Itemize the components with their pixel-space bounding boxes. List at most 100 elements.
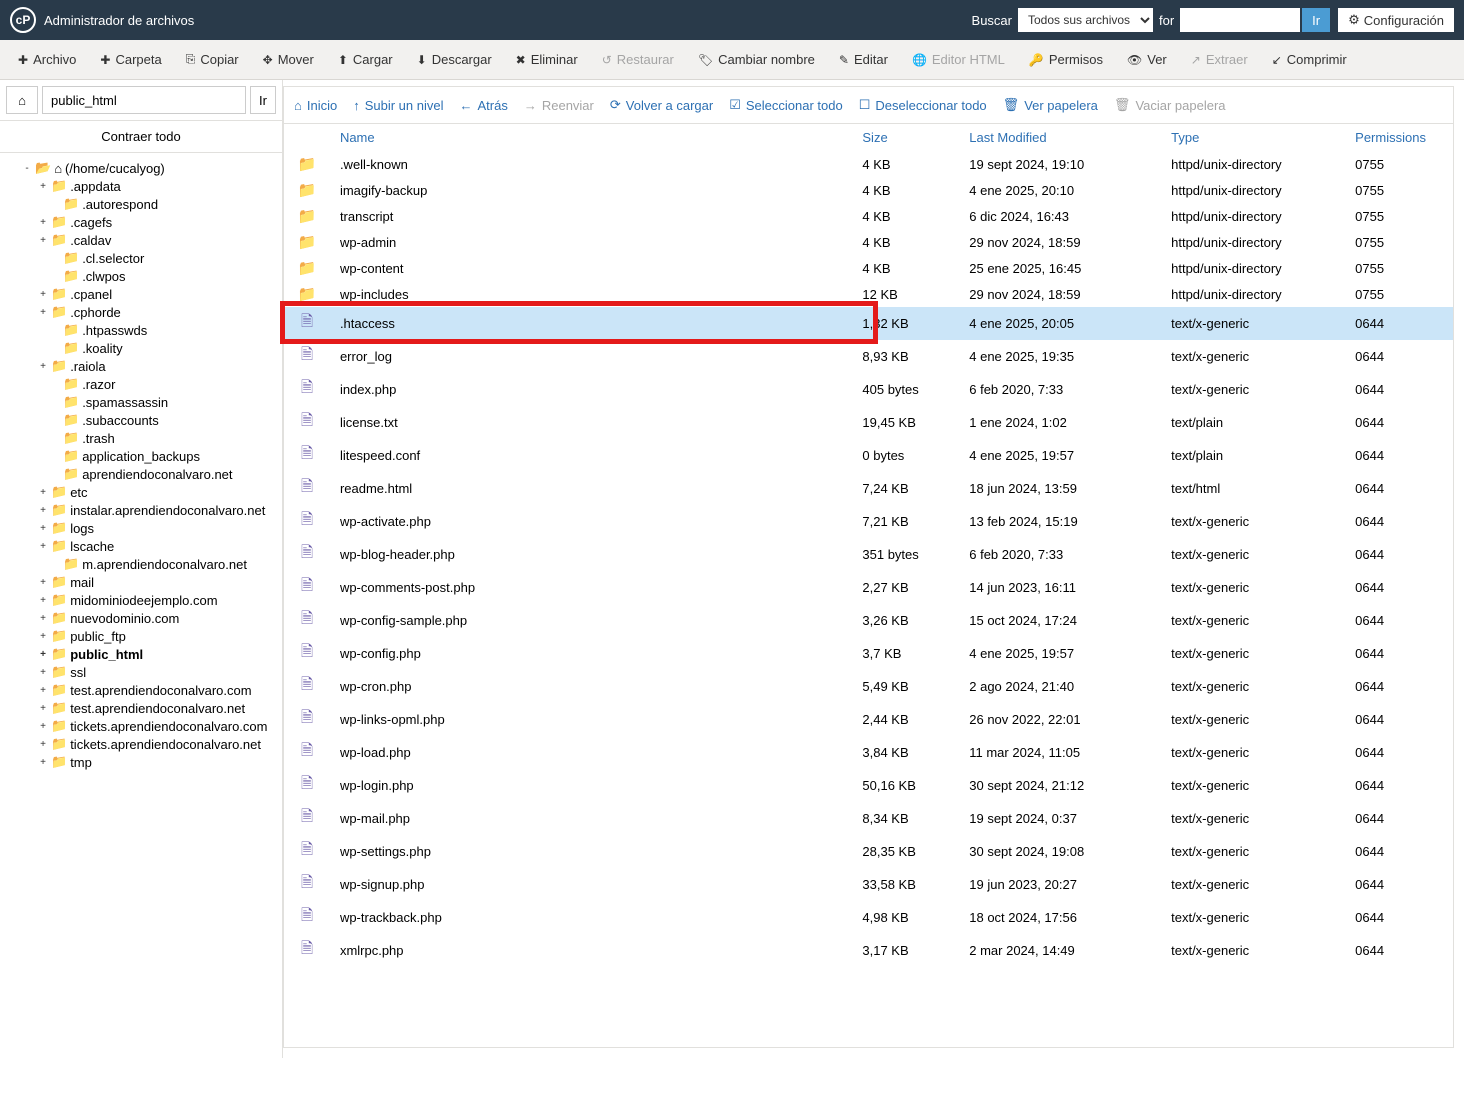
tree-item[interactable]: +📁instalar.aprendiendoconalvaro.net [4, 501, 278, 519]
tree-item[interactable]: 📁.subaccounts [4, 411, 278, 429]
file-button[interactable]: ✚Archivo [8, 46, 86, 73]
table-row[interactable]: 🗎 wp-settings.php 28,35 KB 30 sept 2024,… [284, 835, 1453, 868]
expand-icon[interactable]: + [38, 181, 48, 192]
tree-item[interactable]: +📁public_ftp [4, 627, 278, 645]
expand-icon[interactable]: + [38, 541, 48, 552]
expand-icon[interactable]: + [38, 631, 48, 642]
table-row[interactable]: 📁 .well-known 4 KB 19 sept 2024, 19:10 h… [284, 151, 1453, 177]
table-row[interactable]: 🗎 index.php 405 bytes 6 feb 2020, 7:33 t… [284, 373, 1453, 406]
folder-button[interactable]: ✚Carpeta [90, 46, 171, 73]
tree-item[interactable]: +📁tickets.aprendiendoconalvaro.net [4, 735, 278, 753]
expand-icon[interactable]: + [38, 649, 48, 660]
tree-item[interactable]: +📁tmp [4, 753, 278, 771]
table-row[interactable]: 🗎 wp-load.php 3,84 KB 11 mar 2024, 11:05… [284, 736, 1453, 769]
table-row[interactable]: 🗎 wp-mail.php 8,34 KB 19 sept 2024, 0:37… [284, 802, 1453, 835]
table-row[interactable]: 📁 transcript 4 KB 6 dic 2024, 16:43 http… [284, 203, 1453, 229]
expand-icon[interactable]: - [22, 163, 32, 174]
tree-item[interactable]: 📁m.aprendiendoconalvaro.net [4, 555, 278, 573]
col-name[interactable]: Name [330, 124, 852, 151]
tree-item[interactable]: 📁aprendiendoconalvaro.net [4, 465, 278, 483]
expand-icon[interactable]: + [38, 613, 48, 624]
search-scope-select[interactable]: Todos sus archivos [1018, 8, 1153, 32]
tree-item[interactable]: +📁.caldav [4, 231, 278, 249]
tree-item[interactable]: 📁.clwpos [4, 267, 278, 285]
view-button[interactable]: 👁Ver [1117, 46, 1177, 73]
expand-icon[interactable]: + [38, 739, 48, 750]
compress-button[interactable]: ↙Comprimir [1262, 46, 1357, 73]
tree-item[interactable]: -📂 ⌂(/home/cucalyog) [4, 159, 278, 177]
tree-item[interactable]: 📁.cl.selector [4, 249, 278, 267]
table-row[interactable]: 🗎 litespeed.conf 0 bytes 4 ene 2025, 19:… [284, 439, 1453, 472]
settings-button[interactable]: ⚙ Configuración [1338, 8, 1454, 32]
expand-icon[interactable]: + [38, 289, 48, 300]
collapse-all-button[interactable]: Contraer todo [0, 120, 282, 153]
col-size[interactable]: Size [852, 124, 959, 151]
tree-item[interactable]: +📁logs [4, 519, 278, 537]
tree-item[interactable]: +📁.cpanel [4, 285, 278, 303]
expand-icon[interactable]: + [38, 577, 48, 588]
table-row[interactable]: 🗎 readme.html 7,24 KB 18 jun 2024, 13:59… [284, 472, 1453, 505]
col-modified[interactable]: Last Modified [959, 124, 1161, 151]
table-row[interactable]: 🗎 xmlrpc.php 3,17 KB 2 mar 2024, 14:49 t… [284, 934, 1453, 967]
table-row[interactable]: 🗎 wp-activate.php 7,21 KB 13 feb 2024, 1… [284, 505, 1453, 538]
table-row[interactable]: 🗎 wp-trackback.php 4,98 KB 18 oct 2024, … [284, 901, 1453, 934]
tree-item[interactable]: +📁.cagefs [4, 213, 278, 231]
expand-icon[interactable]: + [38, 505, 48, 516]
delete-button[interactable]: ✖Eliminar [506, 46, 588, 73]
trash-button[interactable]: 🗑Ver papelera [1001, 93, 1100, 117]
table-row[interactable]: 🗎 error_log 8,93 KB 4 ene 2025, 19:35 te… [284, 340, 1453, 373]
table-row[interactable]: 📁 wp-admin 4 KB 29 nov 2024, 18:59 httpd… [284, 229, 1453, 255]
tree-item[interactable]: 📁.trash [4, 429, 278, 447]
edit-button[interactable]: ✎Editar [829, 46, 898, 73]
table-row[interactable]: 📁 wp-content 4 KB 25 ene 2025, 16:45 htt… [284, 255, 1453, 281]
expand-icon[interactable]: + [38, 757, 48, 768]
search-input[interactable] [1180, 8, 1300, 32]
expand-icon[interactable]: + [38, 217, 48, 228]
tree-item[interactable]: 📁.autorespond [4, 195, 278, 213]
expand-icon[interactable]: + [38, 361, 48, 372]
home-button[interactable]: ⌂ [6, 86, 38, 114]
path-input[interactable] [42, 86, 246, 114]
expand-icon[interactable]: + [38, 523, 48, 534]
table-row[interactable]: 🗎 wp-comments-post.php 2,27 KB 14 jun 20… [284, 571, 1453, 604]
tree-item[interactable]: +📁.raiola [4, 357, 278, 375]
table-row[interactable]: 📁 wp-includes 12 KB 29 nov 2024, 18:59 h… [284, 281, 1453, 307]
tree-item[interactable]: +📁ssl [4, 663, 278, 681]
expand-icon[interactable]: + [38, 685, 48, 696]
col-permissions[interactable]: Permissions [1345, 124, 1453, 151]
table-row[interactable]: 🗎 wp-cron.php 5,49 KB 2 ago 2024, 21:40 … [284, 670, 1453, 703]
copy-button[interactable]: ⎘Copiar [176, 46, 249, 73]
search-go-button[interactable]: Ir [1302, 8, 1330, 32]
download-button[interactable]: ⬇Descargar [407, 46, 502, 73]
table-row[interactable]: 🗎 wp-signup.php 33,58 KB 19 jun 2023, 20… [284, 868, 1453, 901]
tree-item[interactable]: 📁.spamassassin [4, 393, 278, 411]
tree-item[interactable]: 📁.htpasswds [4, 321, 278, 339]
tree-item[interactable]: +📁public_html [4, 645, 278, 663]
perms-button[interactable]: 🔑Permisos [1019, 46, 1113, 73]
table-row[interactable]: 🗎 wp-config.php 3,7 KB 4 ene 2025, 19:57… [284, 637, 1453, 670]
expand-icon[interactable]: + [38, 667, 48, 678]
table-row[interactable]: 🗎 wp-blog-header.php 351 bytes 6 feb 202… [284, 538, 1453, 571]
col-icon[interactable] [284, 124, 330, 151]
tree-item[interactable]: +📁mail [4, 573, 278, 591]
desel-button[interactable]: ☐Deseleccionar todo [857, 93, 989, 117]
tree-item[interactable]: 📁.razor [4, 375, 278, 393]
expand-icon[interactable]: + [38, 235, 48, 246]
table-row[interactable]: 🗎 wp-login.php 50,16 KB 30 sept 2024, 21… [284, 769, 1453, 802]
table-row[interactable]: 📁 imagify-backup 4 KB 4 ene 2025, 20:10 … [284, 177, 1453, 203]
tree-item[interactable]: +📁tickets.aprendiendoconalvaro.com [4, 717, 278, 735]
tree-item[interactable]: +📁.appdata [4, 177, 278, 195]
expand-icon[interactable]: + [38, 487, 48, 498]
tree-item[interactable]: +📁nuevodominio.com [4, 609, 278, 627]
tree-item[interactable]: +📁.cphorde [4, 303, 278, 321]
table-row[interactable]: 🗎 .htaccess 1,32 KB 4 ene 2025, 20:05 te… [284, 307, 1453, 340]
tree-item[interactable]: +📁etc [4, 483, 278, 501]
table-row[interactable]: 🗎 wp-config-sample.php 3,26 KB 15 oct 20… [284, 604, 1453, 637]
tree-item[interactable]: +📁test.aprendiendoconalvaro.com [4, 681, 278, 699]
tree-item[interactable]: +📁lscache [4, 537, 278, 555]
reload-button[interactable]: ⟳Volver a cargar [608, 93, 715, 117]
back-button[interactable]: ←Atrás [458, 93, 510, 117]
expand-icon[interactable]: + [38, 595, 48, 606]
expand-icon[interactable]: + [38, 703, 48, 714]
tree-item[interactable]: +📁midominiodeejemplo.com [4, 591, 278, 609]
